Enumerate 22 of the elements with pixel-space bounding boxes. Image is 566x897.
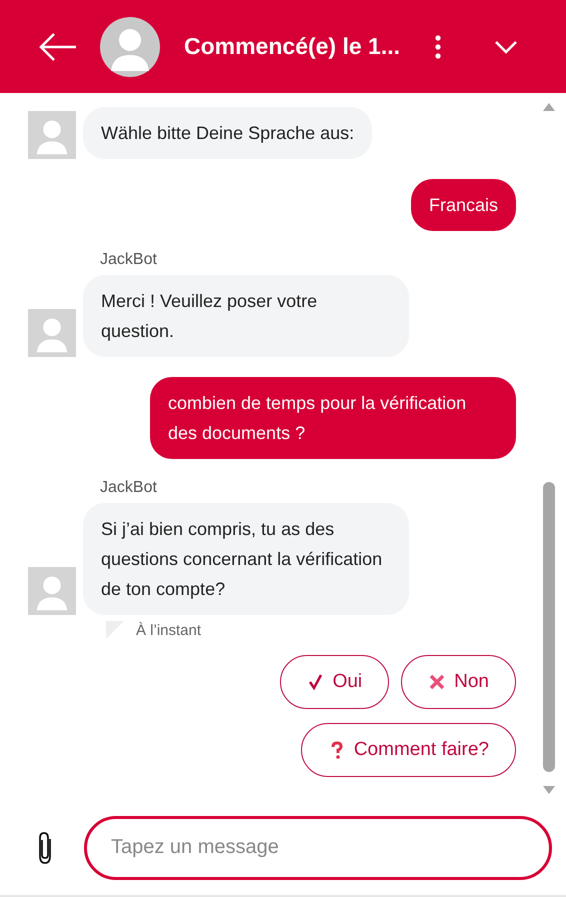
check-icon [306, 673, 325, 691]
chat-title: Commencé(e) le 1... [184, 33, 400, 60]
message-bubble: Si j’ai bien compris, tu as des questions concernant la vérification de ton compte? [83, 503, 409, 615]
quick-reply-button[interactable]: Comment faire? [300, 723, 516, 777]
bot-avatar [28, 309, 76, 357]
more-options-icon[interactable] [434, 34, 442, 58]
message-bubble: Merci ! Veuillez poser votre question. [83, 275, 409, 357]
sender-name: JackBot [100, 251, 158, 269]
cross-icon [428, 673, 446, 691]
quick-reply-button[interactable]: Oui [280, 655, 390, 709]
quick-reply-button[interactable]: Non [401, 655, 516, 709]
timestamp: À l’instant [136, 622, 202, 638]
message-field[interactable]: Tapez un message [84, 816, 552, 880]
back-arrow-icon[interactable] [38, 32, 78, 62]
message-bubble: combien de temps pour la vérification des documents ? [150, 377, 516, 459]
message-bubble: Francais [410, 179, 516, 231]
avatar-icon [100, 16, 160, 76]
bot-avatar [28, 567, 76, 615]
message-bubble: Wähle bitte Deine Sprache aus: [83, 107, 372, 159]
sender-name: JackBot [100, 479, 158, 497]
chevron-down-icon[interactable] [494, 40, 518, 54]
bot-avatar [28, 111, 76, 159]
